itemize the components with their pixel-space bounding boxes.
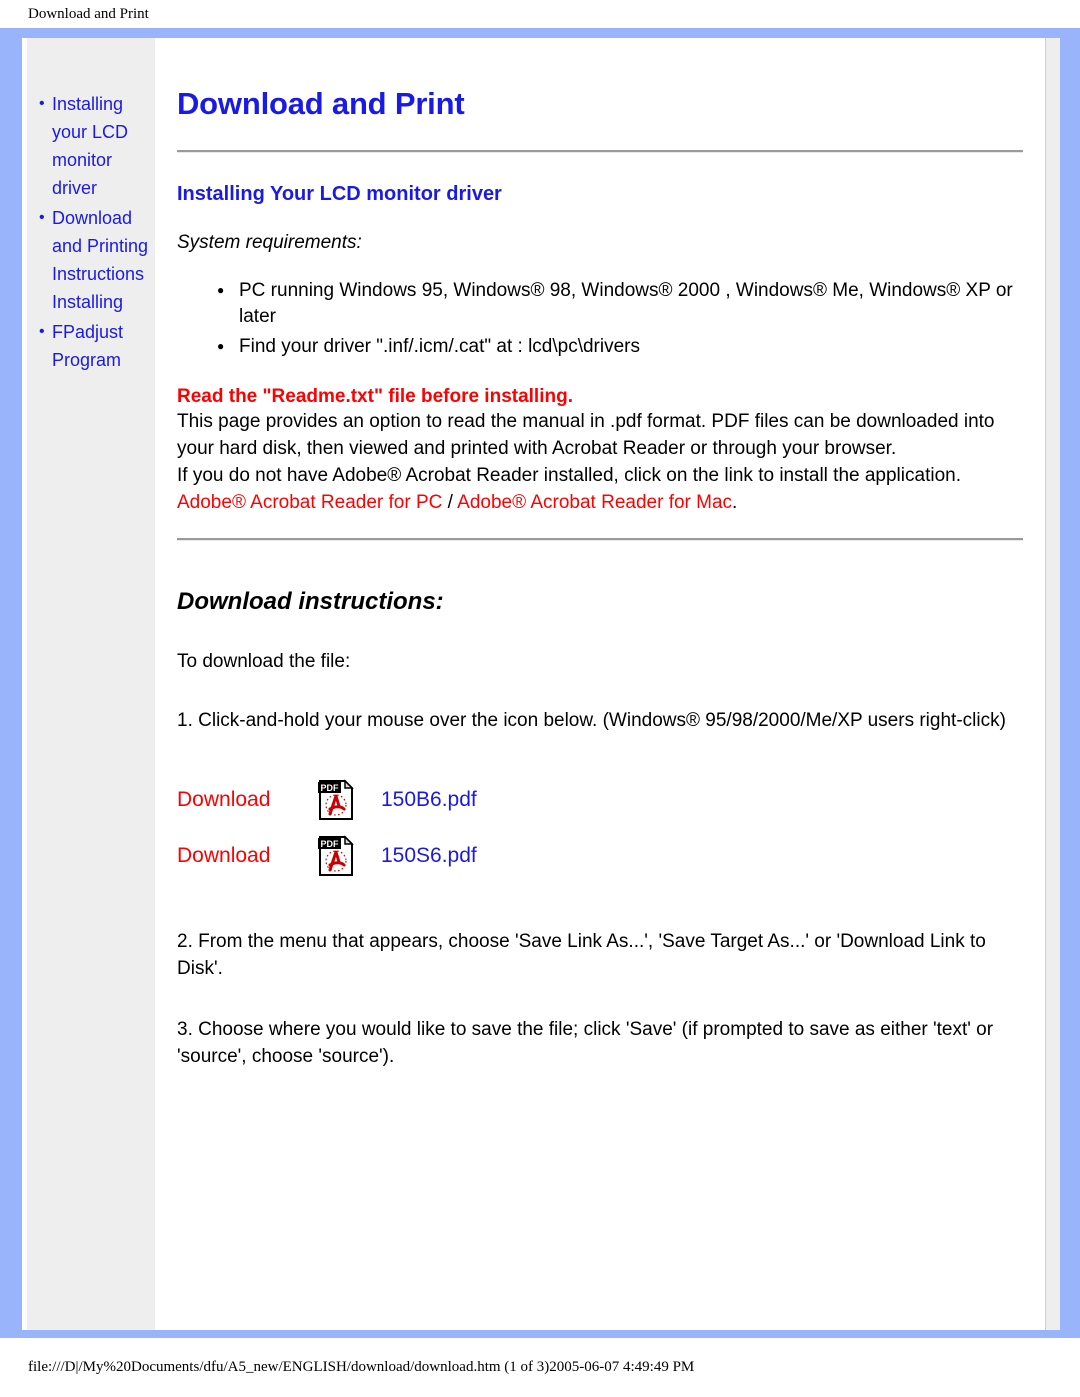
intro-paragraph: This page provides an option to read the… bbox=[177, 411, 995, 459]
sidebar-link-installing-driver[interactable]: Installing your LCD monitor driver bbox=[52, 94, 128, 198]
right-edge-strip bbox=[1045, 38, 1060, 1330]
sidebar-subitem-installing[interactable]: Installing bbox=[52, 288, 149, 316]
download-step-1: 1. Click-and-hold your mouse over the ic… bbox=[177, 710, 1006, 731]
divider-top bbox=[177, 150, 1023, 153]
download-row: Download PDF 150B6.pdf bbox=[177, 772, 1023, 828]
browser-header-title: Download and Print bbox=[28, 5, 149, 22]
sidebar-navigation: Installing your LCD monitor driver Downl… bbox=[27, 38, 155, 1330]
browser-print-header: Download and Print bbox=[0, 0, 1080, 28]
svg-text:PDF: PDF bbox=[321, 783, 340, 793]
download-action-link-150s6[interactable]: Download bbox=[177, 844, 317, 868]
sidebar-link-download-printing[interactable]: Download and Printing Instructions bbox=[52, 208, 148, 284]
sidebar-sublist: Installing bbox=[52, 288, 149, 316]
download-instructions-title: Download instructions: bbox=[177, 588, 444, 615]
sidebar-link-fpadjust[interactable]: FPadjust Program bbox=[52, 322, 123, 370]
requirement-item: Find your driver ".inf/.icm/.cat" at : l… bbox=[217, 333, 1023, 360]
download-file-link-150s6[interactable]: 150S6.pdf bbox=[381, 844, 477, 868]
left-blue-stripe bbox=[14, 38, 22, 1330]
acrobat-link-period: . bbox=[732, 492, 738, 513]
pdf-file-icon[interactable]: PDF bbox=[317, 779, 355, 821]
footer-file-path: file:///D|/My%20Documents/dfu/A5_new/ENG… bbox=[28, 1359, 695, 1375]
page-frame: Installing your LCD monitor driver Downl… bbox=[0, 28, 1080, 1338]
page-title: Download and Print bbox=[177, 86, 465, 121]
sidebar-list: Installing your LCD monitor driver Downl… bbox=[27, 90, 155, 374]
browser-print-footer: file:///D|/My%20Documents/dfu/A5_new/ENG… bbox=[0, 1338, 1080, 1397]
acrobat-paragraph: If you do not have Adobe® Acrobat Reader… bbox=[177, 462, 1023, 516]
section-title-installing-driver: Installing Your LCD monitor driver bbox=[177, 183, 502, 205]
acrobat-paragraph-text: If you do not have Adobe® Acrobat Reader… bbox=[177, 465, 961, 486]
requirement-item: PC running Windows 95, Windows® 98, Wind… bbox=[217, 277, 1023, 330]
download-step-2: 2. From the menu that appears, choose 'S… bbox=[177, 931, 986, 979]
main-content: Download and Print Installing Your LCD m… bbox=[155, 38, 1045, 1330]
acrobat-reader-mac-link[interactable]: Adobe® Acrobat Reader for Mac bbox=[457, 492, 732, 513]
sidebar-sublink-installing[interactable]: Installing bbox=[52, 292, 123, 312]
acrobat-reader-pc-link[interactable]: Adobe® Acrobat Reader for PC bbox=[177, 492, 442, 513]
svg-text:PDF: PDF bbox=[321, 839, 340, 849]
download-file-link-150b6[interactable]: 150B6.pdf bbox=[381, 788, 477, 812]
acrobat-link-separator: / bbox=[442, 492, 458, 513]
download-row: Download PDF 150S6.pdf bbox=[177, 828, 1023, 884]
download-step-3: 3. Choose where you would like to save t… bbox=[177, 1019, 994, 1067]
download-action-link-150b6[interactable]: Download bbox=[177, 788, 317, 812]
to-download-label: To download the file: bbox=[177, 651, 351, 672]
sidebar-item-download-printing[interactable]: Download and Printing Instructions Insta… bbox=[39, 204, 149, 316]
download-links-group: Download PDF 150B6.pdf Download PDF 150S… bbox=[177, 772, 1023, 884]
system-requirements-label: System requirements: bbox=[177, 232, 362, 253]
system-requirements-list: PC running Windows 95, Windows® 98, Wind… bbox=[177, 277, 1023, 360]
divider-middle bbox=[177, 538, 1023, 541]
sidebar-item-fpadjust[interactable]: FPadjust Program bbox=[39, 318, 149, 374]
sidebar-item-installing-driver[interactable]: Installing your LCD monitor driver bbox=[39, 90, 149, 202]
pdf-file-icon[interactable]: PDF bbox=[317, 835, 355, 877]
page-body: Installing your LCD monitor driver Downl… bbox=[14, 38, 1060, 1330]
readme-warning: Read the "Readme.txt" file before instal… bbox=[177, 386, 573, 407]
